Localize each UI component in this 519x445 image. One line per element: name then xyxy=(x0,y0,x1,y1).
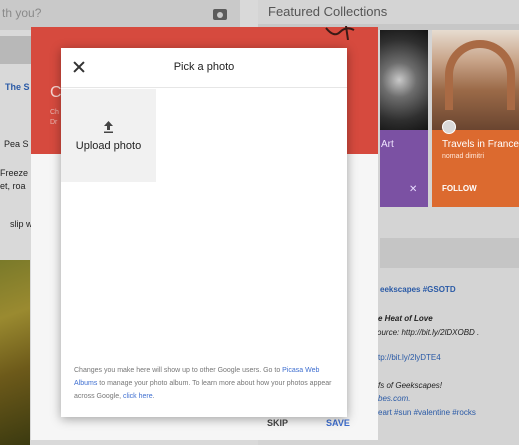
header-subtitle: Ch xyxy=(50,109,59,116)
scribble-decoration xyxy=(325,26,355,40)
header-subtitle: Dr xyxy=(50,119,58,126)
collection-card-title: Art xyxy=(381,139,394,150)
post-photo xyxy=(0,260,30,445)
dialog-divider xyxy=(61,87,347,88)
post-text-line: et, roa xyxy=(0,181,26,191)
post-text-line: ource: http://bit.ly/2lDXOBD . xyxy=(377,328,480,337)
footer-text: to manage your photo album. To learn mor… xyxy=(74,380,332,400)
header-title: C xyxy=(50,84,62,101)
post-text-line: e Heat of Love xyxy=(378,314,433,323)
post-hashtag-link[interactable]: eekscapes #GSOTD xyxy=(380,285,456,294)
upload-photo-label: Upload photo xyxy=(75,140,142,152)
dialog-title: Pick a photo xyxy=(173,61,235,73)
post-link[interactable]: bes.com. xyxy=(378,394,410,403)
post-author-link[interactable]: The S xyxy=(5,82,30,92)
collection-card-title: Travels in France xyxy=(442,139,519,150)
post-header-band xyxy=(380,238,519,268)
arch-decoration xyxy=(445,40,515,110)
collection-card-image[interactable] xyxy=(380,30,428,130)
featured-collections-title: Featured Collections xyxy=(268,4,388,19)
search-placeholder: th you? xyxy=(2,6,42,20)
pick-photo-dialog: Pick a photo Upload photo Changes you ma… xyxy=(61,48,347,417)
post-text-line: Freeze xyxy=(0,168,29,178)
upload-photo-button[interactable]: Upload photo xyxy=(61,89,156,182)
dismiss-icon[interactable]: ✕ xyxy=(409,184,417,195)
post-text-line: fs of Geekscapes! xyxy=(378,381,443,390)
dialog-footer-note: Changes you make here will show up to ot… xyxy=(74,364,339,403)
upload-icon xyxy=(104,121,113,133)
post-hashtags[interactable]: eart #sun #valentine #rocks xyxy=(378,408,476,417)
footer-text: . xyxy=(152,393,155,400)
avatar xyxy=(442,120,456,134)
collection-card-author: nomad dimitri xyxy=(442,153,485,160)
search-bar[interactable]: th you? xyxy=(0,0,240,30)
save-button[interactable]: SAVE xyxy=(326,418,350,428)
post-text-line: Pea S xyxy=(4,139,29,149)
follow-button[interactable]: FOLLOW xyxy=(442,184,477,193)
camera-icon[interactable] xyxy=(213,9,227,20)
click-here-link[interactable]: click here xyxy=(123,393,153,400)
footer-text: Changes you make here will show up to ot… xyxy=(74,367,283,374)
skip-button[interactable]: SKIP xyxy=(267,418,288,428)
post-text-line: slip w xyxy=(10,219,33,229)
post-link[interactable]: tp://bit.ly/2lyDTE4 xyxy=(378,353,441,362)
